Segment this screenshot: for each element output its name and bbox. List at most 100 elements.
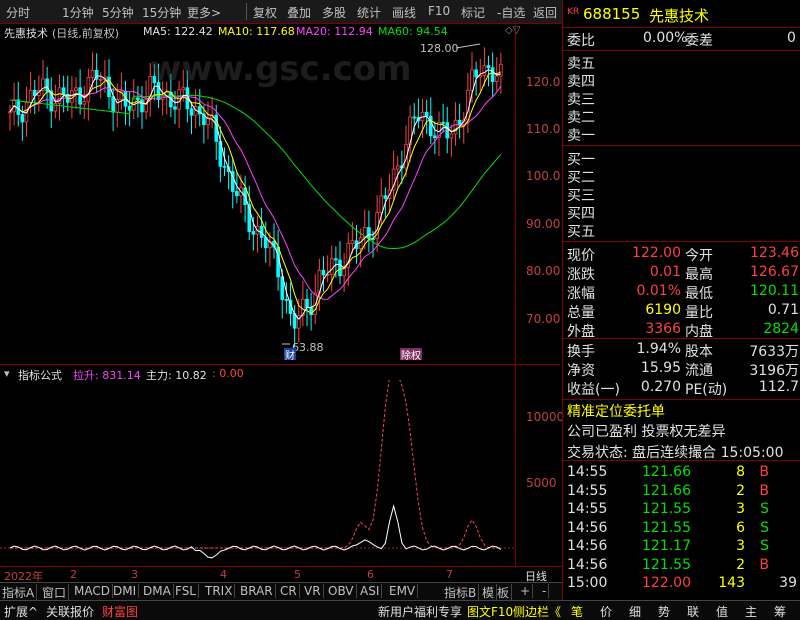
btn-new-user[interactable]: 新用户福利专享 <box>378 603 462 620</box>
candle-body <box>474 69 478 78</box>
indicator-chart[interactable] <box>0 380 515 566</box>
quote-row: 卖一 <box>563 125 800 144</box>
tool-tongji[interactable]: 统计 <box>357 4 381 21</box>
y-tick-100: 100.0 <box>526 169 561 183</box>
quote-label: 最低 <box>685 286 713 302</box>
tick-price: 121.66 <box>642 482 691 499</box>
quote-row: 买五 <box>563 221 800 240</box>
tool-1min[interactable]: 1分钟 <box>62 4 94 21</box>
ma60-line <box>9 94 502 250</box>
rtab-bi[interactable]: 笔 <box>571 603 583 620</box>
rtab-jia[interactable]: 价 <box>600 603 612 620</box>
tab-dma[interactable]: DMA <box>141 584 174 598</box>
quote-row: 14:55 121.66 8 B <box>563 464 800 482</box>
candles-group <box>8 47 503 348</box>
quote-label: 今开 <box>685 248 713 264</box>
tool-fuquan[interactable]: 复权 <box>253 4 277 21</box>
stock-code: 688155 <box>583 5 641 23</box>
indicator-dropdown-icon[interactable]: ▾ <box>4 367 10 380</box>
tab-vr[interactable]: VR <box>302 584 324 598</box>
y-tick-110: 110.0 <box>526 122 561 136</box>
tab-macd[interactable]: MACD <box>72 584 113 598</box>
tool-zixuan[interactable]: -自选 <box>497 4 525 21</box>
y-tick-80: 80.00 <box>526 264 561 278</box>
tool-fenshi[interactable]: 分时 <box>6 4 30 21</box>
tool-huaxian[interactable]: 画线 <box>392 4 416 21</box>
watermark: www.gsc.com <box>150 49 412 89</box>
tab-plus[interactable]: + <box>518 584 534 598</box>
candle-body <box>453 119 458 135</box>
top-toolbar: 分时 1分钟 5分钟 15分钟 更多> 复权 叠加 多股 统计 画线 F10 标… <box>0 0 562 24</box>
tool-f10[interactable]: F10 <box>428 4 450 18</box>
quote-value: 122.00 <box>632 245 681 261</box>
tab-trix[interactable]: TRIX <box>203 584 236 598</box>
quote-row: 卖四 <box>563 71 800 90</box>
ma-info-line: 先惠技术 (日线,前复权) MA5: 122.42 MA10: 117.68 M… <box>0 24 560 40</box>
tab-obv[interactable]: OBV <box>326 584 357 598</box>
ind-tick-10000: 10000 <box>526 410 565 424</box>
rtab-shi[interactable]: 势 <box>658 603 670 620</box>
candle-body <box>305 298 309 309</box>
tab-cr[interactable]: CR <box>278 584 300 598</box>
date-may: 5 <box>294 568 301 581</box>
tick-side: 39 <box>779 575 797 591</box>
quote-row: 净资 15.95 流通 3196万 <box>563 360 800 379</box>
tool-diejia[interactable]: 叠加 <box>287 4 311 21</box>
quote-value: 0.01% <box>636 283 681 299</box>
candle-body <box>482 65 487 76</box>
rtab-lian[interactable]: 联 <box>687 603 699 620</box>
rtab-xi[interactable]: 细 <box>629 603 641 620</box>
btn-f10[interactable]: 图文F10 <box>467 603 513 620</box>
candle-body <box>441 121 445 124</box>
tick-side: B <box>759 482 769 499</box>
tool-duogu[interactable]: 多股 <box>322 4 346 21</box>
indicator-axis: 10000 5000 <box>515 364 565 566</box>
rtab-zhi[interactable]: 值 <box>716 603 728 620</box>
tab-ban[interactable]: 板 <box>495 584 513 601</box>
tick-volume: 2 <box>736 556 745 573</box>
tool-fanhui[interactable]: 返回 <box>533 4 557 21</box>
quote-label: 流通 <box>685 363 713 379</box>
tab-emv[interactable]: EMV <box>387 584 419 598</box>
precise-order-link[interactable]: 精准定位委托单 <box>567 401 665 421</box>
tab-window[interactable]: 窗口 <box>40 584 70 601</box>
tab-zhibiao-a[interactable]: 指标A <box>0 584 38 601</box>
tool-15min[interactable]: 15分钟 <box>142 4 181 21</box>
btn-sidebar[interactable]: 侧边栏《 <box>513 603 561 620</box>
tick-price: 121.17 <box>642 538 691 554</box>
candle-body <box>111 96 115 113</box>
tool-more[interactable]: 更多> <box>187 4 221 21</box>
candle-body <box>8 111 12 114</box>
tab-brar[interactable]: BRAR <box>238 584 276 598</box>
candle-body <box>433 135 437 139</box>
tab-dmi[interactable]: DMI <box>111 584 140 598</box>
ma20-label: MA20: 112.94 <box>296 25 373 38</box>
tick-side: B <box>759 556 769 573</box>
rtab-zhu[interactable]: 主 <box>745 603 757 620</box>
candle-body <box>486 65 491 69</box>
y-tick-120: 120.0 <box>526 75 561 89</box>
tab-minus[interactable]: - <box>540 584 550 598</box>
tool-biaoji[interactable]: 标记 <box>461 4 485 21</box>
quote-value: 112.7 <box>758 379 799 395</box>
candlestick-chart[interactable]: 128.00 63.88 财 除权 www.gsc.com <box>0 40 515 360</box>
quote-label: 股本 <box>685 344 713 360</box>
candle-body <box>379 195 384 213</box>
quote-label: 换手 <box>567 344 595 360</box>
btn-related-quotes[interactable]: 关联报价 <box>46 603 94 620</box>
indicator-tabs: 指标A 窗口 MACD DMI DMA FSL TRIX BRAR CR VR … <box>0 582 562 601</box>
quote-panel: KR 688155 先惠技术 委比 0.00% 委差 0 卖五 卖四 卖三 卖二 卖一 … <box>562 0 800 600</box>
rtab-chou[interactable]: 筹 <box>774 603 786 620</box>
tab-fsl[interactable]: FSL <box>173 584 199 598</box>
tool-5min[interactable]: 5分钟 <box>102 4 134 21</box>
tick-time: 14:55 <box>567 482 608 499</box>
btn-extend[interactable]: 扩展^ <box>4 603 38 620</box>
marker-cai: 财 <box>285 349 295 360</box>
tick-volume: 3 <box>736 538 745 554</box>
candle-body <box>61 87 66 95</box>
marker-chuquan: 除权 <box>401 349 421 360</box>
sell-level-label: 卖三 <box>567 92 595 108</box>
tab-asi[interactable]: ASI <box>358 584 383 598</box>
btn-wealth-map[interactable]: 财富图 <box>102 603 138 620</box>
tab-zhibiao-b[interactable]: 指标B <box>442 584 480 601</box>
